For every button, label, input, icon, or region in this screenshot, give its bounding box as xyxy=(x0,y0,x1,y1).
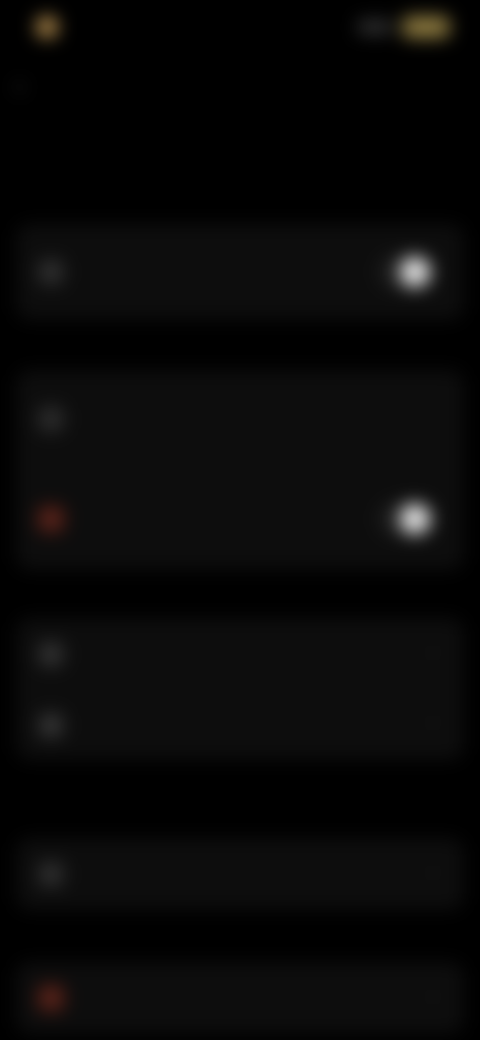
chevron-right-icon: › xyxy=(430,642,436,662)
info-icon: i xyxy=(38,406,64,432)
settings-screen: ‹ ⚙ i ● ▤ › ▣ › ● › ✕ › xyxy=(0,0,480,1040)
toggle-switch[interactable] xyxy=(378,255,434,289)
toggle-knob xyxy=(400,504,430,534)
status-time xyxy=(66,18,124,36)
status-bar xyxy=(0,0,480,60)
settings-row-item-four[interactable]: ● › xyxy=(16,838,464,910)
settings-row-toggle-two[interactable]: ● xyxy=(16,472,464,568)
trash-icon: ✕ xyxy=(38,985,64,1011)
settings-row-item-one[interactable]: i xyxy=(16,370,464,466)
recording-indicator-icon xyxy=(36,16,58,38)
row-divider xyxy=(88,470,464,471)
settings-row-danger[interactable]: ✕ › xyxy=(16,962,464,1034)
chevron-right-icon: › xyxy=(430,986,436,1006)
document-icon: ▤ xyxy=(38,641,64,667)
settings-row-item-three[interactable]: ▣ › xyxy=(16,690,464,760)
chevron-right-icon: › xyxy=(430,712,436,732)
card-second: i ● xyxy=(16,370,464,570)
chevron-left-icon[interactable]: ‹ xyxy=(16,74,36,98)
user-icon: ● xyxy=(38,861,64,887)
signal-icon xyxy=(358,20,392,34)
status-left xyxy=(36,16,124,38)
status-right xyxy=(358,16,450,38)
battery-icon xyxy=(402,16,450,38)
toggle-knob xyxy=(400,257,430,287)
card-fourth: ● › xyxy=(16,838,464,910)
card-third: ▤ › ▣ › xyxy=(16,618,464,760)
bell-icon: ● xyxy=(38,506,64,532)
chevron-right-icon: › xyxy=(430,862,436,882)
lock-icon: ▣ xyxy=(38,712,64,738)
toggle-switch[interactable] xyxy=(378,502,434,536)
settings-row-toggle-one[interactable]: ⚙ xyxy=(16,224,464,320)
card-first: ⚙ xyxy=(16,224,464,320)
card-fifth: ✕ › xyxy=(16,962,464,1034)
settings-row-item-two[interactable]: ▤ › xyxy=(16,618,464,688)
gear-icon: ⚙ xyxy=(38,259,64,285)
